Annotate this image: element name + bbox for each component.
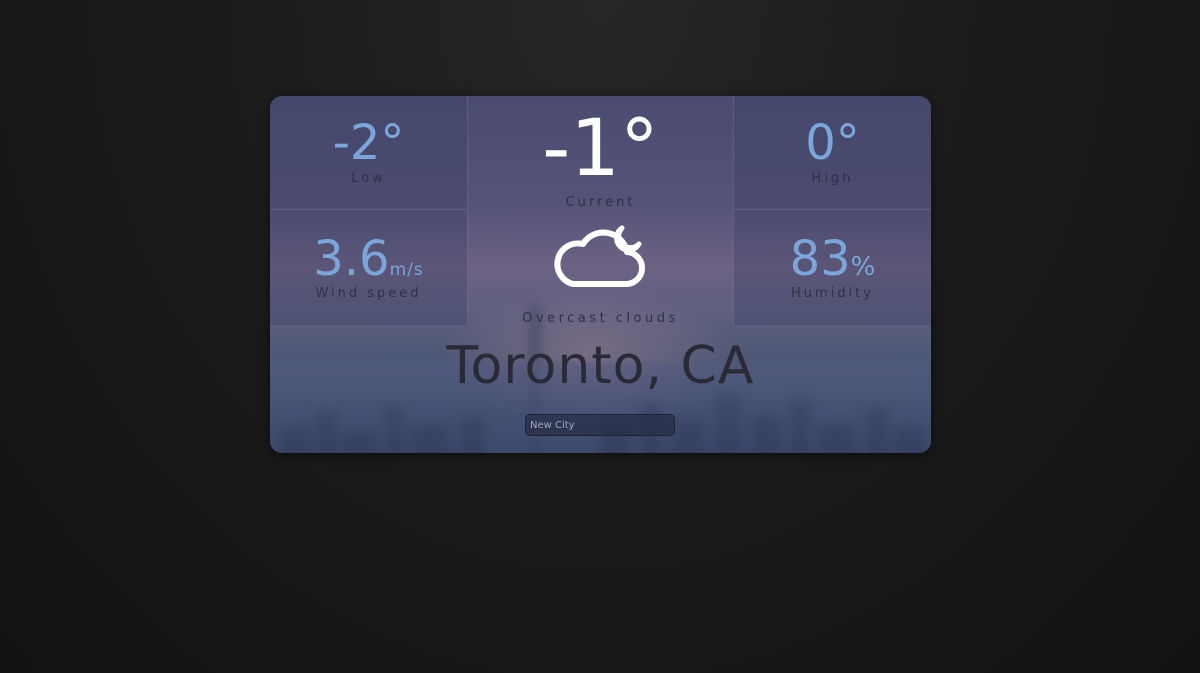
high-temp-value: 0° bbox=[805, 115, 860, 171]
city-name: Toronto, CA bbox=[446, 336, 755, 396]
high-temp-tile: 0° High bbox=[733, 96, 931, 210]
new-city-input[interactable] bbox=[525, 414, 675, 436]
wind-speed-value: 3.6 bbox=[313, 231, 390, 287]
humidity-value: 83 bbox=[789, 231, 851, 287]
weather-widget: -2° Low 3.6m/s Wind speed 0° High 83% Hu… bbox=[270, 96, 931, 453]
current-temp-value: -1° bbox=[542, 104, 659, 194]
wind-speed-label: Wind speed bbox=[315, 286, 422, 301]
wind-speed-tile: 3.6m/s Wind speed bbox=[270, 210, 468, 325]
low-temp-label: Low bbox=[351, 171, 386, 186]
wind-speed-readout: 3.6m/s bbox=[270, 235, 467, 283]
weather-condition: Overcast clouds bbox=[522, 311, 679, 326]
humidity-label: Humidity bbox=[791, 286, 874, 301]
low-temp-tile: -2° Low bbox=[270, 96, 468, 210]
wind-speed-unit: m/s bbox=[389, 260, 424, 280]
cloud-moon-icon bbox=[554, 225, 645, 288]
high-temp-label: High bbox=[811, 171, 854, 186]
humidity-readout: 83% bbox=[734, 235, 931, 283]
low-temp-value: -2° bbox=[332, 115, 405, 171]
humidity-unit: % bbox=[850, 252, 876, 282]
humidity-tile: 83% Humidity bbox=[733, 210, 931, 325]
current-temp-label: Current bbox=[565, 195, 636, 210]
